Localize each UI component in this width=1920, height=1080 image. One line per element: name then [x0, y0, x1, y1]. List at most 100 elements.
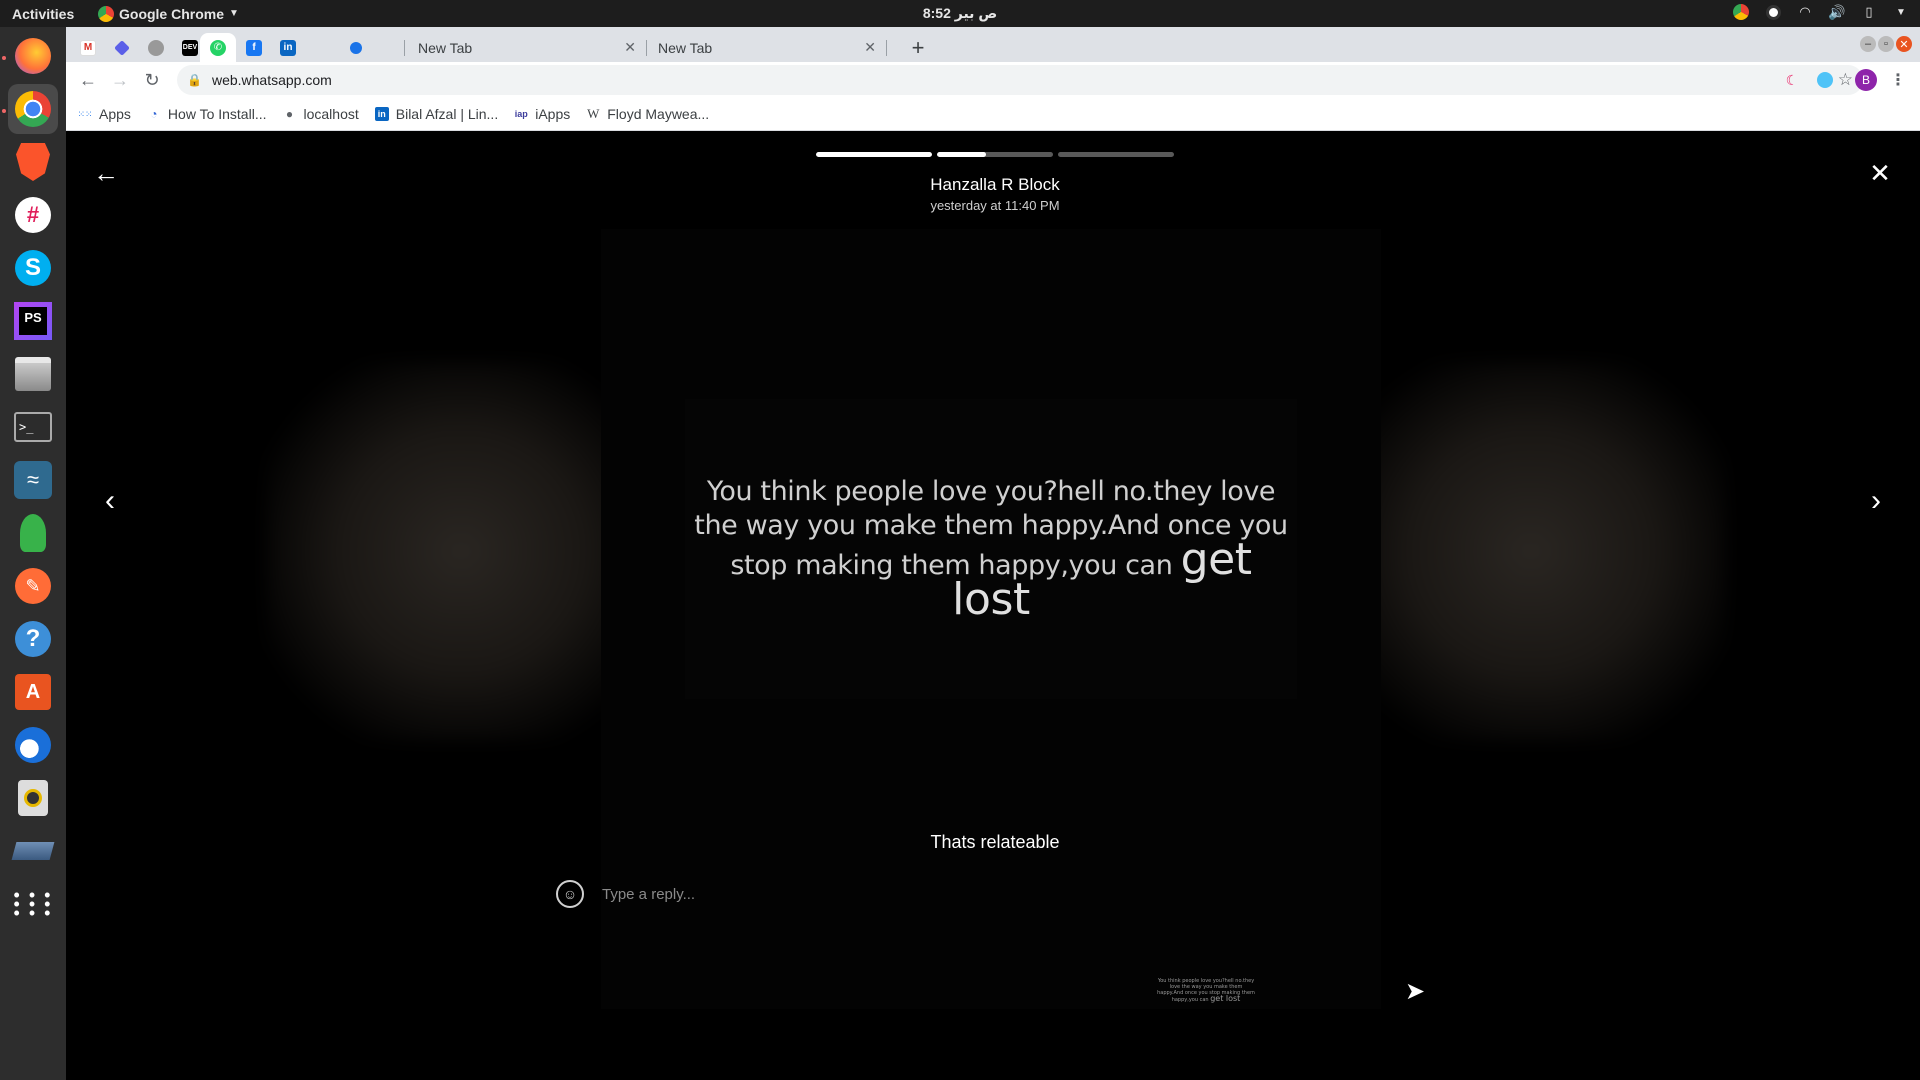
arrow-left-icon: ←	[79, 69, 97, 90]
battery-icon[interactable]: ▯	[1860, 3, 1878, 21]
previous-status-button[interactable]: ‹	[94, 481, 126, 521]
pinned-tab-extension[interactable]	[104, 33, 140, 62]
skype-launcher[interactable]: S	[8, 243, 58, 293]
maximize-button[interactable]: ▫	[1878, 36, 1894, 52]
pinned-tab-gmail[interactable]: M	[70, 33, 106, 62]
close-button[interactable]: ✕	[1864, 157, 1896, 189]
pinned-tab-blue[interactable]	[338, 33, 374, 62]
activities-button[interactable]: Activities	[0, 6, 98, 22]
bookmark-apps[interactable]: ⁙⁙ Apps	[77, 106, 130, 122]
back-button[interactable]: ←	[90, 157, 122, 189]
file-cabinet-icon	[15, 357, 51, 391]
bookmarks-bar: ⁙⁙ Apps ◔ How To Install... ● localhost …	[66, 98, 1920, 131]
send-button[interactable]: ➤	[1401, 977, 1429, 1005]
pinned-tab-blank[interactable]	[304, 33, 340, 62]
tab-title: New Tab	[418, 39, 473, 56]
firefox-launcher[interactable]	[8, 31, 58, 81]
chrome-launcher[interactable]	[8, 84, 58, 134]
speaker-icon	[18, 780, 48, 816]
wikipedia-icon: W	[587, 106, 600, 121]
back-button[interactable]: ←	[76, 68, 100, 92]
tab-separator	[404, 40, 405, 56]
pinned-tab-site[interactable]	[138, 33, 174, 62]
firefox-icon	[15, 38, 51, 74]
globe-icon: ●	[285, 107, 294, 121]
chevron-left-icon: ‹	[105, 484, 115, 517]
bookmark-label: Floyd Maywea...	[607, 106, 710, 122]
pinned-tab-facebook[interactable]: f	[236, 33, 272, 62]
emoji-button[interactable]: ☺	[556, 880, 584, 908]
clock[interactable]: 8:52 ص بير	[0, 5, 1920, 22]
linkedin-icon: in	[374, 107, 389, 121]
power-menu-icon[interactable]: ▼	[1892, 3, 1910, 21]
iapps-icon: iap	[514, 109, 528, 119]
bookmark-label: localhost	[303, 106, 359, 122]
monitor-icon	[11, 842, 55, 860]
bookmark-localhost[interactable]: ● localhost	[282, 106, 359, 122]
app-menu[interactable]: Google Chrome ▼	[98, 5, 239, 22]
new-tab-button[interactable]: +	[905, 35, 931, 61]
status-caption: Thats relateable	[930, 832, 1060, 852]
dock: # S PS >_ ≈ ✎ ? A • • • • • • • • •	[0, 27, 66, 1080]
close-icon[interactable]: ✕	[624, 39, 636, 56]
screen-launcher[interactable]	[8, 826, 58, 876]
close-icon: ✕	[1869, 157, 1891, 188]
rhythmbox-launcher[interactable]	[8, 773, 58, 823]
wifi-icon[interactable]: ◠	[1796, 3, 1814, 21]
system-top-bar: Activities Google Chrome ▼ 8:52 ص بير ◠ …	[0, 0, 1920, 27]
postman-launcher[interactable]: ✎	[8, 561, 58, 611]
robo3t-launcher[interactable]	[8, 508, 58, 558]
thumbnail-emphasis: get lost	[1210, 994, 1241, 1003]
chrome-icon	[15, 91, 51, 127]
phpstorm-launcher[interactable]: PS	[8, 296, 58, 346]
caret-down-icon: ▼	[229, 8, 239, 19]
bookmark-label: Bilal Afzal | Lin...	[395, 106, 499, 122]
bookmark-how-to-install[interactable]: ◔ How To Install...	[147, 106, 266, 122]
brave-launcher[interactable]	[8, 137, 58, 187]
dark-mode-extension-icon[interactable]: ☾	[1782, 70, 1802, 90]
bookmark-floyd[interactable]: W Floyd Maywea...	[586, 106, 709, 122]
reply-input[interactable]	[602, 885, 1122, 903]
blue-circle-icon	[350, 41, 362, 54]
terminal-launcher[interactable]: >_	[8, 402, 58, 452]
phpstorm-icon: PS	[14, 302, 52, 340]
globe-icon	[148, 39, 164, 56]
reload-button[interactable]: ↻	[140, 68, 164, 92]
status-timestamp: yesterday at 11:40 PM	[930, 198, 1060, 213]
show-applications-button[interactable]: • • • • • • • • •	[8, 879, 58, 929]
star-icon[interactable]: ☆	[1838, 70, 1853, 90]
help-launcher[interactable]: ?	[8, 614, 58, 664]
software-center-launcher[interactable]: A	[8, 667, 58, 717]
more-options-icon[interactable]: ⋮	[1888, 68, 1908, 92]
extension-icon[interactable]	[1815, 70, 1835, 90]
slack-launcher[interactable]: #	[8, 190, 58, 240]
minimize-button[interactable]: –	[1860, 36, 1876, 52]
pinned-tab-linkedin[interactable]: in	[270, 33, 306, 62]
address-bar[interactable]: 🔒 web.whatsapp.com ☆	[177, 65, 1863, 95]
files-launcher[interactable]	[8, 349, 58, 399]
bookmark-linkedin[interactable]: in Bilal Afzal | Lin...	[374, 106, 499, 122]
tab-strip: M DEV ✆ f in New Tab ✕ New Tab ✕ + – ▫ ✕	[66, 27, 1920, 62]
chrome-tray-icon[interactable]	[1732, 3, 1750, 21]
reload-icon: ↻	[144, 69, 160, 90]
whatsapp-icon: ✆	[210, 39, 226, 56]
mysql-workbench-launcher[interactable]: ≈	[8, 455, 58, 505]
next-status-button[interactable]: ›	[1860, 481, 1892, 521]
pinned-tab-whatsapp[interactable]: ✆	[200, 33, 236, 62]
url-text: web.whatsapp.com	[211, 72, 332, 88]
swirl-icon: ◔	[150, 107, 158, 121]
thunderbird-icon	[15, 727, 51, 763]
volume-icon[interactable]: 🔊	[1828, 3, 1846, 21]
close-window-button[interactable]: ✕	[1896, 36, 1912, 52]
send-icon: ➤	[1404, 977, 1426, 1005]
chevron-right-icon: ›	[1871, 484, 1881, 517]
bookmark-iapps[interactable]: iap iApps	[514, 106, 571, 122]
thunderbird-launcher[interactable]	[8, 720, 58, 770]
tab-new-tab[interactable]: New Tab ✕	[406, 33, 646, 62]
profile-avatar[interactable]: B	[1855, 69, 1877, 91]
obs-tray-icon[interactable]	[1764, 3, 1782, 21]
forward-button[interactable]: →	[108, 68, 132, 92]
close-icon[interactable]: ✕	[864, 39, 876, 56]
tab-new-tab-2[interactable]: New Tab ✕	[646, 33, 886, 62]
chrome-window: M DEV ✆ f in New Tab ✕ New Tab ✕ + – ▫ ✕…	[66, 27, 1920, 131]
